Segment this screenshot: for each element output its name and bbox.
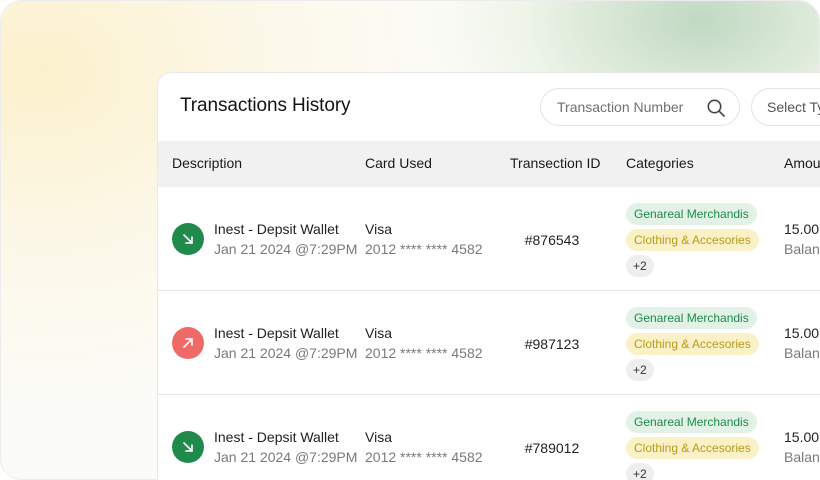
- transaction-balance: Balanc: [784, 345, 820, 361]
- card-number: 2012 **** **** 4582: [365, 345, 483, 361]
- transaction-date: Jan 21 2024 @7:29PM: [214, 345, 358, 361]
- card-number: 2012 **** **** 4582: [365, 449, 483, 465]
- direction-badge: [172, 223, 204, 255]
- column-header-amount[interactable]: Amour: [784, 155, 820, 171]
- category-tag-clothing: Clothing & Accesories: [626, 229, 759, 251]
- category-tag-general-merchandise: Genareal Merchandis: [626, 307, 757, 329]
- direction-badge: [172, 327, 204, 359]
- transaction-date: Jan 21 2024 @7:29PM: [214, 241, 358, 257]
- card-number: 2012 **** **** 4582: [365, 241, 483, 257]
- transaction-amount: 15.00 U: [784, 221, 820, 237]
- transaction-balance: Balanc: [784, 449, 820, 465]
- card-type: Visa: [365, 325, 392, 341]
- column-header-card-used[interactable]: Card Used: [365, 155, 432, 171]
- search-box[interactable]: [540, 88, 740, 126]
- arrow-down-right-icon: [183, 234, 193, 244]
- transaction-balance: Balanc: [784, 241, 820, 257]
- type-select[interactable]: Select Ty: [751, 88, 820, 126]
- type-select-label: Select Ty: [767, 99, 820, 115]
- category-tag-general-merchandise: Genareal Merchandis: [626, 411, 757, 433]
- column-header-description[interactable]: Description: [172, 155, 242, 171]
- transaction-title: Inest - Depsit Wallet: [214, 429, 339, 445]
- category-tag-clothing: Clothing & Accesories: [626, 437, 759, 459]
- direction-badge: [172, 431, 204, 463]
- table-header: Description Card Used Transection ID Cat…: [158, 141, 820, 187]
- column-header-transaction-id[interactable]: Transection ID: [510, 155, 601, 171]
- page-title: Transactions History: [180, 95, 351, 116]
- column-header-categories[interactable]: Categories: [626, 155, 694, 171]
- arrow-down-right-icon: [183, 442, 193, 452]
- category-more-button[interactable]: +2: [626, 255, 654, 277]
- search-input[interactable]: [557, 99, 697, 115]
- table-row[interactable]: Inest - Depsit Wallet Jan 21 2024 @7:29P…: [158, 187, 820, 291]
- search-icon[interactable]: [706, 98, 726, 118]
- table-row[interactable]: Inest - Depsit Wallet Jan 21 2024 @7:29P…: [158, 395, 820, 480]
- transaction-amount: 15.00 U: [784, 325, 820, 341]
- table-row[interactable]: Inest - Depsit Wallet Jan 21 2024 @7:29P…: [158, 291, 820, 395]
- transaction-id: #876543: [524, 232, 580, 248]
- category-tag-general-merchandise: Genareal Merchandis: [626, 203, 757, 225]
- card-header: Transactions History Select Ty: [158, 73, 820, 141]
- category-more-button[interactable]: +2: [626, 463, 654, 480]
- arrow-up-right-icon: [183, 338, 193, 348]
- card-type: Visa: [365, 429, 392, 445]
- transaction-id: #987123: [524, 336, 580, 352]
- category-tag-clothing: Clothing & Accesories: [626, 333, 759, 355]
- transaction-date: Jan 21 2024 @7:29PM: [214, 449, 358, 465]
- category-more-button[interactable]: +2: [626, 359, 654, 381]
- transaction-title: Inest - Depsit Wallet: [214, 325, 339, 341]
- transactions-card: Transactions History Select Ty Descripti…: [157, 72, 820, 480]
- card-type: Visa: [365, 221, 392, 237]
- transaction-title: Inest - Depsit Wallet: [214, 221, 339, 237]
- transaction-id: #789012: [524, 440, 580, 456]
- transaction-amount: 15.00 U: [784, 429, 820, 445]
